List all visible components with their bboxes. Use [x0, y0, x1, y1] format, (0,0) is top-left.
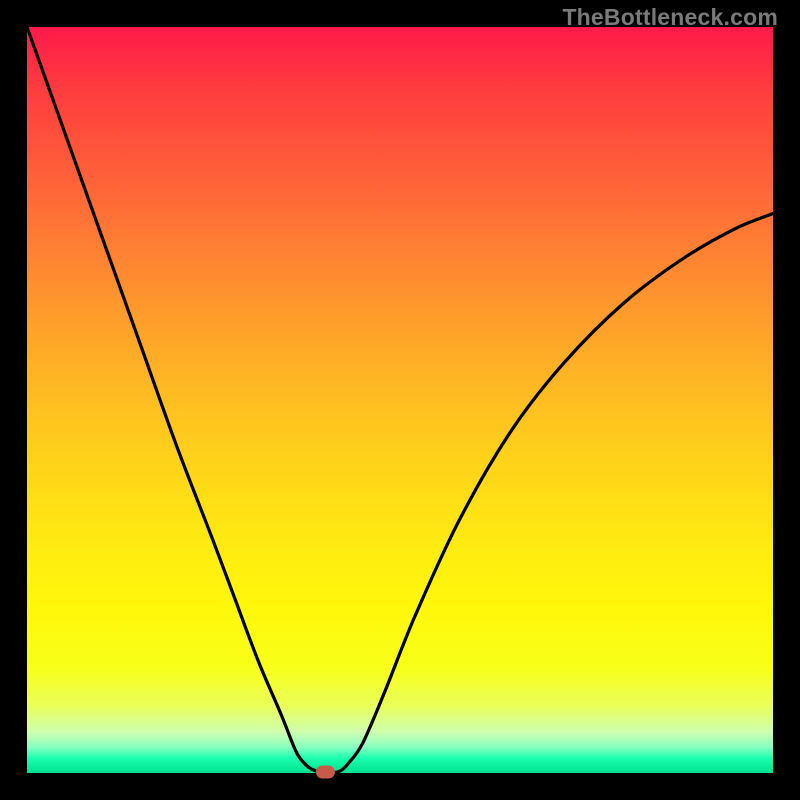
bottleneck-curve — [27, 27, 773, 773]
chart-frame: TheBottleneck.com — [0, 0, 800, 800]
curve-svg — [27, 27, 773, 773]
optimal-marker — [316, 766, 334, 778]
plot-area — [27, 27, 773, 773]
